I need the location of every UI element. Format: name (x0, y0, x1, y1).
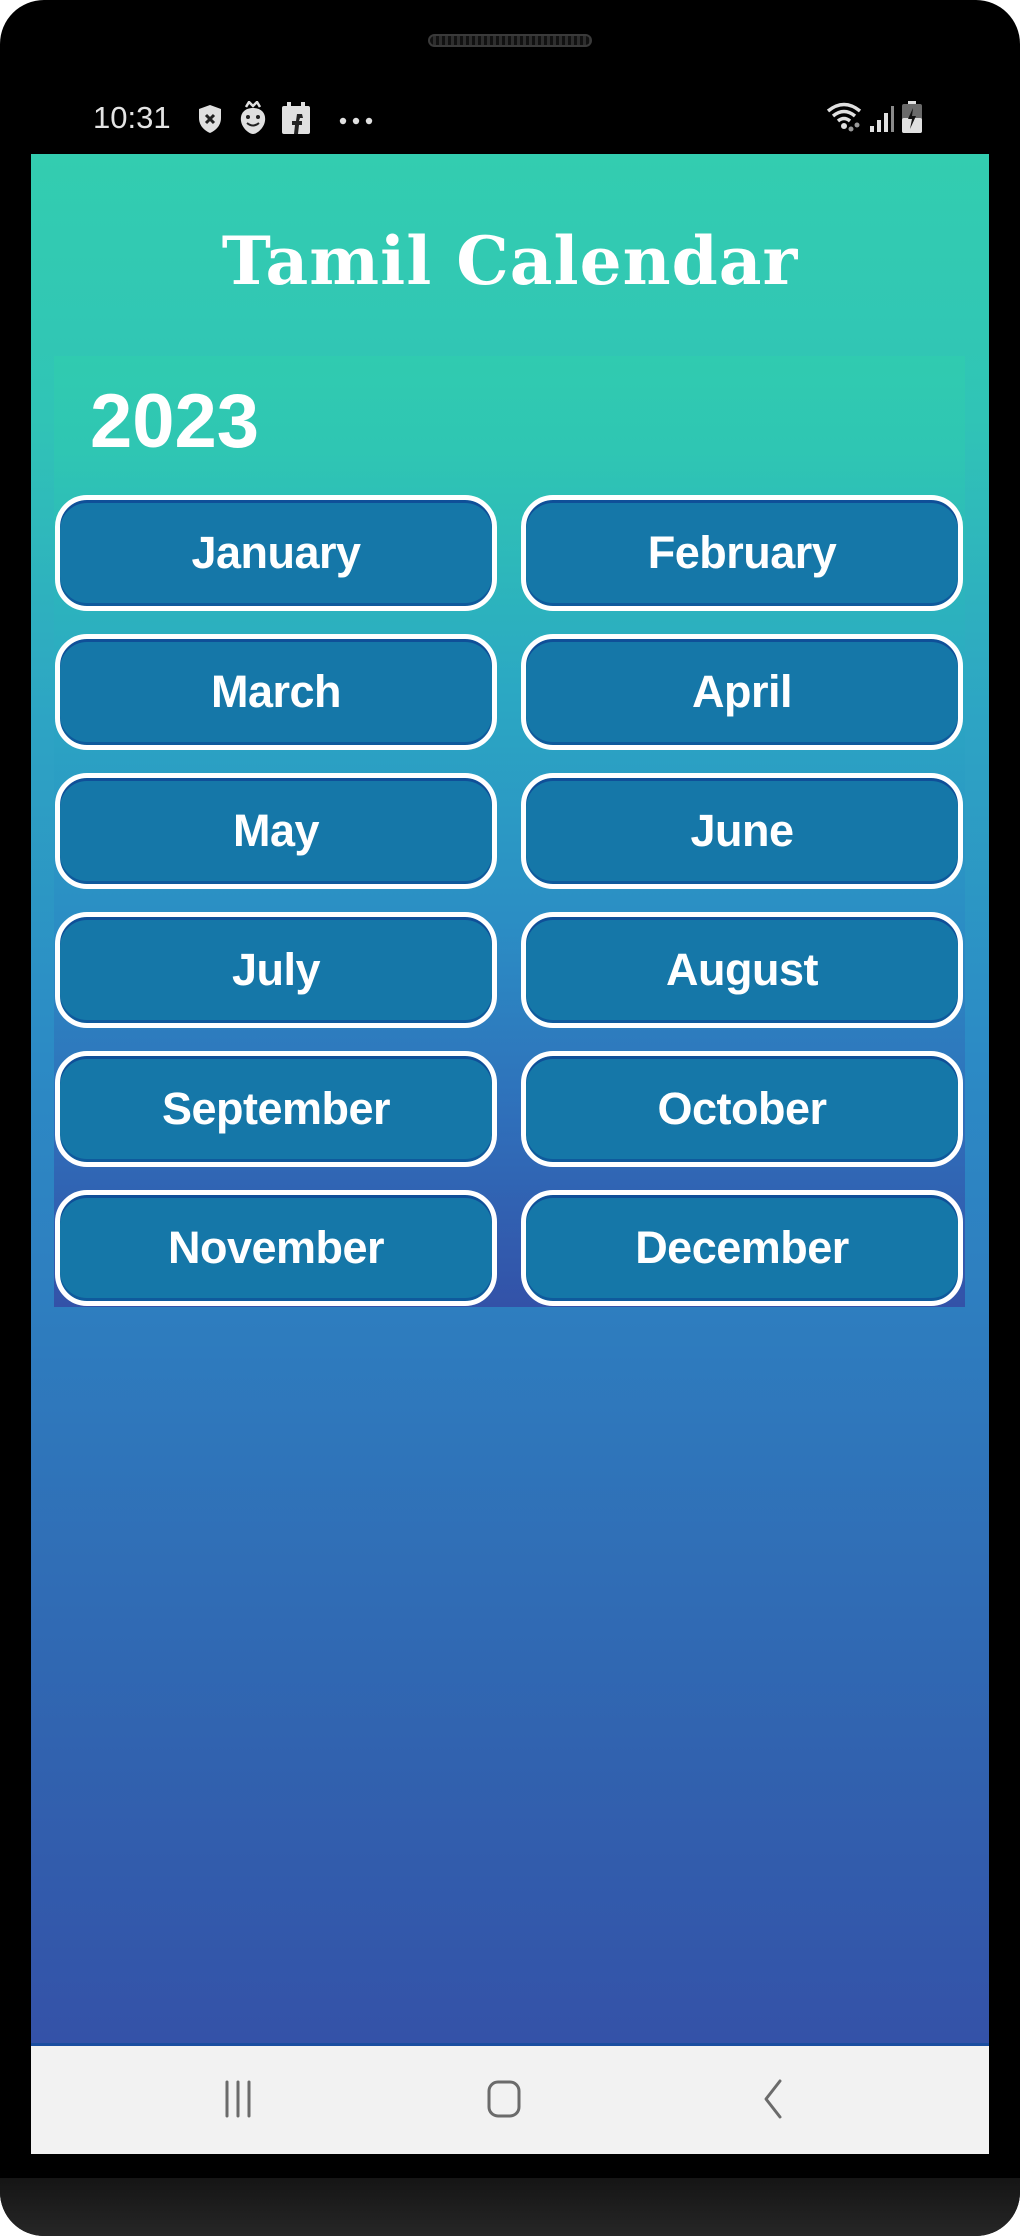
month-label: November (167, 1222, 385, 1273)
month-button-july[interactable]: July (55, 912, 497, 1028)
month-button-september[interactable]: September (55, 1051, 497, 1167)
face-notification-icon (238, 99, 268, 140)
phone-chin (0, 2178, 1020, 2236)
recent-apps-button[interactable] (208, 2076, 268, 2126)
month-label: January (191, 527, 361, 578)
calendar-notification-icon (281, 101, 311, 140)
status-bar: 10:31 (31, 95, 989, 145)
month-button-october[interactable]: October (521, 1051, 963, 1167)
month-label: May (232, 805, 320, 856)
month-label: December (635, 1222, 849, 1273)
month-label: February (647, 527, 837, 578)
signal-icon (869, 105, 895, 138)
wifi-icon (826, 101, 862, 138)
month-button-march[interactable]: March (55, 634, 497, 750)
month-button-april[interactable]: April (521, 634, 963, 750)
month-grid: January February March April May June Ju… (55, 495, 965, 1306)
month-button-february[interactable]: February (521, 495, 963, 611)
month-label: March (210, 666, 342, 717)
month-label: August (666, 944, 818, 995)
system-nav-bar (31, 2043, 989, 2154)
home-icon (486, 2079, 522, 2124)
month-button-january[interactable]: January (55, 495, 497, 611)
month-button-december[interactable]: December (521, 1190, 963, 1306)
battery-charging-icon (901, 100, 923, 139)
month-label: September (161, 1083, 391, 1134)
speaker-grille (428, 34, 592, 47)
month-button-august[interactable]: August (521, 912, 963, 1028)
recent-apps-icon (223, 2079, 253, 2124)
month-button-november[interactable]: November (55, 1190, 497, 1306)
year-label: 2023 (90, 379, 260, 464)
status-time: 10:31 (93, 100, 171, 135)
back-button[interactable] (743, 2076, 803, 2126)
month-label: October (657, 1083, 827, 1134)
app-screen: Tamil Calendar 2023 January February Mar… (31, 154, 989, 2043)
month-button-june[interactable]: June (521, 773, 963, 889)
month-label: June (690, 805, 794, 856)
month-label: July (231, 944, 321, 995)
home-button[interactable] (474, 2076, 534, 2126)
month-button-may[interactable]: May (55, 773, 497, 889)
year-panel: 2023 January February March April May Ju… (54, 356, 965, 1307)
more-dots-icon (339, 112, 373, 130)
shield-x-icon (197, 104, 223, 139)
month-label: April (691, 666, 793, 717)
app-title: Tamil Calendar (221, 222, 799, 300)
phone-frame: 10:31 Tamil Calendar 2023 January Februa… (0, 0, 1020, 2236)
back-icon (760, 2078, 786, 2125)
